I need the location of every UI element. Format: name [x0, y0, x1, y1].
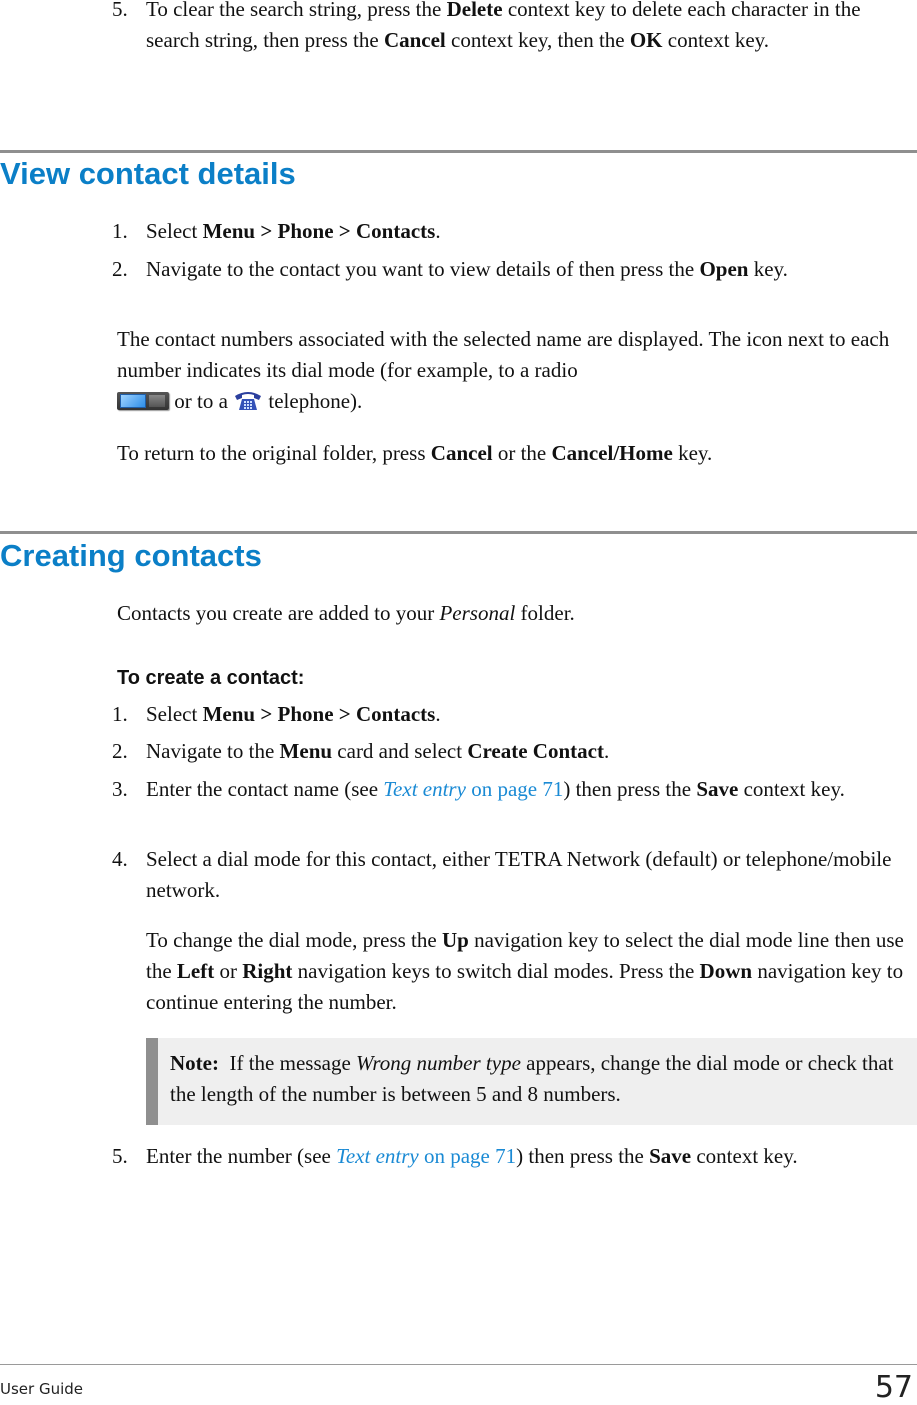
note-text: Note: If the message Wrong number type a…	[170, 1051, 894, 1106]
step-text: Enter the number (see Text entry on page…	[146, 1144, 798, 1168]
step-text: Select Menu > Phone > Contacts.	[146, 219, 441, 243]
step-text: Select Menu > Phone > Contacts.	[146, 702, 441, 726]
text-entry-link[interactable]: Text entry on page 71	[383, 777, 563, 801]
list-item: 1. Select Menu > Phone > Contacts.	[112, 699, 912, 730]
step-number: 1.	[112, 702, 128, 726]
step-text: To clear the search string, press the De…	[146, 0, 861, 52]
list-item: 3. Enter the contact name (see Text entr…	[112, 774, 912, 805]
step-number: 4.	[112, 847, 128, 871]
paragraph-return: To return to the original folder, press …	[117, 441, 713, 465]
step-text: Navigate to the contact you want to view…	[146, 257, 788, 281]
list-item: 5. Enter the number (see Text entry on p…	[112, 1141, 912, 1172]
procedure-title: To create a contact:	[117, 667, 305, 689]
section-title-creating-contacts: Creating contacts	[0, 538, 262, 573]
paragraph-intro: Contacts you create are added to your Pe…	[117, 601, 575, 625]
radio-icon	[117, 392, 169, 410]
step-number: 2.	[112, 257, 128, 281]
note-box: Note: If the message Wrong number type a…	[146, 1038, 917, 1125]
note-label: Note:	[170, 1051, 219, 1075]
step-text: Enter the contact name (see Text entry o…	[146, 777, 845, 801]
footer-doc-title: User Guide	[0, 1380, 84, 1398]
list-item: 4. Select a dial mode for this contact, …	[112, 844, 912, 906]
step-number: 1.	[112, 219, 128, 243]
section-title-view-contact-details: View contact details	[0, 156, 296, 191]
step-number: 2.	[112, 739, 128, 763]
step-number: 3.	[112, 777, 128, 801]
paragraph-dial-mode: The contact numbers associated with the …	[117, 327, 890, 413]
section-divider	[0, 150, 917, 153]
list-item: 2. Navigate to the contact you want to v…	[112, 254, 912, 285]
telephone-icon	[235, 392, 262, 410]
step-text: Navigate to the Menu card and select Cre…	[146, 739, 610, 763]
section-divider	[0, 531, 917, 534]
list-item: 2. Navigate to the Menu card and select …	[112, 736, 912, 767]
step-number: 5.	[112, 0, 128, 21]
paragraph-change-dial-mode: To change the dial mode, press the Up na…	[146, 928, 904, 1014]
footer-divider	[0, 1364, 917, 1365]
list-item: 5. To clear the search string, press the…	[112, 0, 912, 56]
step-number: 5.	[112, 1144, 128, 1168]
text-entry-link[interactable]: Text entry on page 71	[336, 1144, 516, 1168]
list-item: 1. Select Menu > Phone > Contacts.	[112, 216, 912, 247]
step-text: Select a dial mode for this contact, eit…	[146, 847, 892, 902]
